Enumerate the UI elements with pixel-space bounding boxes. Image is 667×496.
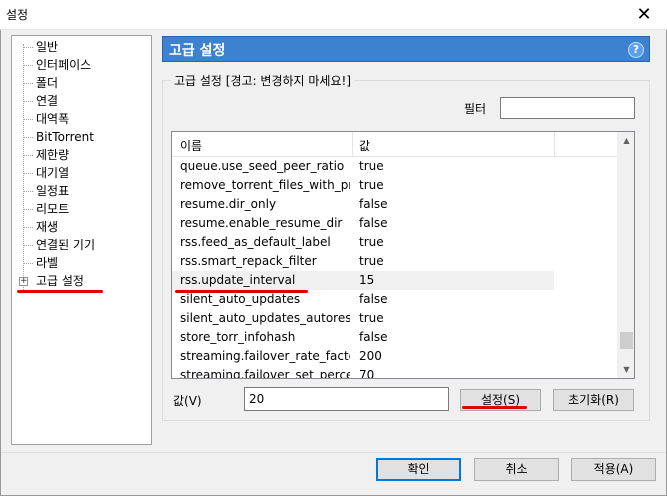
tree-item-label: 대기열: [36, 166, 70, 180]
apply-button[interactable]: 적용(A): [571, 458, 656, 481]
expand-icon[interactable]: +: [19, 277, 28, 286]
table-row[interactable]: resume.dir_only false: [172, 195, 554, 214]
tree-guide-line: [23, 44, 24, 290]
tree-item-general[interactable]: 일반: [23, 38, 59, 56]
tree-item-label: 라벨: [36, 256, 59, 270]
tree-item-remote[interactable]: 리모트: [23, 200, 70, 218]
group-label: 고급 설정 [경고: 변경하지 마세요!]: [171, 72, 354, 89]
annotation-underline: [17, 290, 103, 293]
section-header: 고급 설정 ?: [162, 36, 650, 62]
tree-item-label: 폴더: [36, 76, 59, 90]
row-value: true: [359, 159, 384, 173]
settings-tree[interactable]: 일반 인터페이스 폴더 연결 대역폭 BitTorrent 제한량 대기열 일정…: [11, 35, 152, 445]
tree-item-scheduler[interactable]: 일정표: [23, 182, 70, 200]
tree-item-label: 제한량: [36, 148, 70, 162]
row-value: 200: [359, 349, 382, 363]
close-icon[interactable]: ✕: [621, 0, 667, 30]
tree-item-label: 인터페이스: [36, 58, 92, 72]
row-name: store_torr_infohash: [180, 330, 296, 344]
cancel-button[interactable]: 취소: [474, 458, 559, 481]
annotation-underline: [462, 406, 527, 409]
scroll-thumb[interactable]: [620, 332, 633, 349]
tree-item-label: 일반: [36, 40, 59, 54]
row-name: resume.enable_resume_dir: [180, 216, 343, 230]
filter-label: 필터: [464, 102, 487, 116]
reset-button[interactable]: 초기화(R): [553, 389, 634, 411]
scroll-up-icon[interactable]: ▲: [618, 132, 634, 149]
scroll-down-icon[interactable]: ▼: [618, 361, 634, 378]
settings-list[interactable]: 이름 값 queue.use_seed_peer_ratio true remov…: [171, 131, 635, 379]
help-icon[interactable]: ?: [628, 42, 644, 58]
tree-item-advanced[interactable]: 고급 설정: [36, 272, 84, 290]
row-name: queue.use_seed_peer_ratio: [180, 159, 345, 173]
window-title: 설정: [6, 8, 29, 22]
row-value: false: [359, 292, 388, 306]
table-row-selected[interactable]: rss.update_interval 15: [172, 271, 554, 290]
column-header-name[interactable]: 이름: [180, 137, 202, 154]
row-name: streaming.failover_set_percent: [180, 368, 350, 379]
row-value: 70: [359, 368, 375, 379]
tree-item-transfer-cap[interactable]: 제한량: [23, 146, 70, 164]
row-name: silent_auto_updates: [180, 292, 301, 306]
row-name: rss.feed_as_default_label: [180, 235, 331, 249]
tree-item-bittorrent[interactable]: BitTorrent: [23, 128, 94, 146]
row-value: false: [359, 197, 388, 211]
tree-item-label: 고급 설정: [36, 274, 84, 288]
tree-item-interface[interactable]: 인터페이스: [23, 56, 92, 74]
tree-item-paired-devices[interactable]: 연결된 기기: [23, 236, 96, 254]
tree-item-label: 리모트: [36, 202, 70, 216]
row-name: rss.update_interval: [180, 273, 296, 287]
tree-item-connection[interactable]: 연결: [23, 92, 59, 110]
row-name: rss.smart_repack_filter: [180, 254, 317, 268]
row-name: silent_auto_updates_autorestart: [180, 311, 350, 325]
list-header: 이름 값: [172, 132, 619, 157]
row-name: streaming.failover_rate_factor: [180, 349, 350, 363]
row-value: true: [359, 178, 384, 192]
table-row[interactable]: store_torr_infohash false: [172, 328, 554, 347]
tree-item-label: 연결된 기기: [36, 238, 96, 252]
column-header-value[interactable]: 값: [359, 137, 370, 154]
filter-input[interactable]: [500, 97, 635, 119]
row-value: false: [359, 330, 388, 344]
table-row[interactable]: streaming.failover_rate_factor 200: [172, 347, 554, 366]
table-row[interactable]: queue.use_seed_peer_ratio true: [172, 157, 554, 176]
row-name: remove_torrent_files_with_priv...: [180, 178, 350, 192]
dialog-footer: [1, 452, 666, 495]
table-row[interactable]: silent_auto_updates false: [172, 290, 554, 309]
tree-item-queueing[interactable]: 대기열: [23, 164, 70, 182]
tree-item-label: 일정표: [36, 184, 70, 198]
ok-button[interactable]: 확인: [376, 458, 461, 481]
tree-item-folders[interactable]: 폴더: [23, 74, 59, 92]
tree-item-playback[interactable]: 재생: [23, 218, 59, 236]
tree-item-label: BitTorrent: [36, 130, 94, 144]
row-value: true: [359, 254, 384, 268]
table-row[interactable]: silent_auto_updates_autorestart true: [172, 309, 554, 328]
value-label: 값(V): [173, 394, 202, 408]
tree-item-bandwidth[interactable]: 대역폭: [23, 110, 70, 128]
row-value: 15: [359, 273, 375, 287]
value-input[interactable]: 20: [244, 387, 449, 411]
list-scrollbar[interactable]: ▲ ▼: [617, 132, 634, 378]
tree-item-label: 재생: [36, 220, 59, 234]
table-row[interactable]: rss.feed_as_default_label true: [172, 233, 554, 252]
row-value: true: [359, 311, 384, 325]
table-row[interactable]: remove_torrent_files_with_priv... true: [172, 176, 554, 195]
tree-item-label: 연결: [36, 94, 59, 108]
table-row[interactable]: rss.smart_repack_filter true: [172, 252, 554, 271]
row-name: resume.dir_only: [180, 197, 277, 211]
tree-item-label: 대역폭: [36, 112, 70, 126]
section-title: 고급 설정: [169, 43, 226, 59]
table-row[interactable]: streaming.failover_set_percent 70: [172, 366, 554, 379]
table-row[interactable]: resume.enable_resume_dir false: [172, 214, 554, 233]
tree-item-labels[interactable]: 라벨: [23, 254, 59, 272]
title-bar: 설정 ✕: [0, 0, 667, 30]
row-value: false: [359, 216, 388, 230]
row-value: true: [359, 235, 384, 249]
